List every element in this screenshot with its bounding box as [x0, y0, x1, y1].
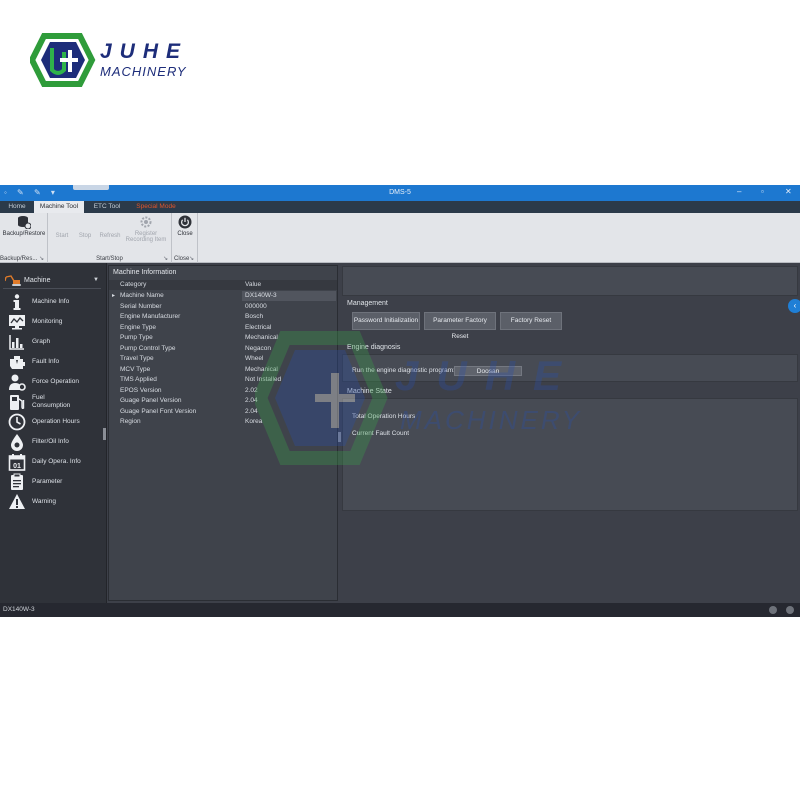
start-button[interactable]: Start: [52, 233, 72, 239]
nav-item-monitoring[interactable]: Monitoring: [0, 312, 104, 332]
nav-item-force-operation[interactable]: Force Operation: [0, 372, 104, 392]
bar-chart-icon: [9, 335, 24, 350]
nav-item-daily-opera-info[interactable]: 01 Daily Opera. Info: [0, 452, 104, 472]
brand-name: JUHE: [100, 40, 189, 63]
management-title: Management: [347, 300, 388, 307]
table-row[interactable]: Travel Type Wheel: [109, 354, 337, 365]
machine-dropdown-label: Machine: [24, 277, 51, 284]
close-button[interactable]: Close: [174, 215, 196, 237]
stop-button[interactable]: Stop: [74, 233, 96, 239]
ribbon-toolbar: Backup/Restore Backup/Res... ↘ Start Stop…: [0, 213, 800, 263]
watermark-subtitle: MACHINERY: [400, 405, 583, 435]
table-row[interactable]: Pump Type Mechanical: [109, 333, 337, 344]
group-label-startstop: Start/Stop ↘: [96, 255, 168, 262]
management-section: Management Password Initialization Param…: [342, 298, 798, 340]
backup-restore-button[interactable]: Backup/Restore: [2, 215, 46, 237]
calendar-day: 01: [13, 463, 21, 470]
top-empty-box: [342, 266, 798, 296]
warning-icon: [9, 494, 25, 509]
restore-icon[interactable]: ▫: [761, 187, 764, 196]
nav-item-graph[interactable]: Graph: [0, 332, 104, 352]
table-row[interactable]: Region Korea: [109, 417, 337, 428]
nav-item-parameter[interactable]: Parameter: [0, 472, 104, 492]
tab-machine-tool[interactable]: Machine Tool: [34, 201, 84, 213]
machine-dropdown[interactable]: Machine ▼: [3, 273, 101, 289]
oil-drop-icon: [11, 434, 23, 451]
gear-icon: [140, 216, 152, 228]
screenshot-root: JUHE MACHINERY ◦ ✎ ✎ ▾ DMS-5 – ▫ ✕ Home …: [0, 0, 800, 800]
group-label-backup: Backup/Res... ↘: [0, 255, 44, 262]
chevron-down-icon: ▼: [93, 277, 99, 283]
ribbon-group-startstop: Start Stop Refresh Register Recording It…: [48, 213, 172, 263]
minimize-icon[interactable]: –: [737, 187, 741, 196]
machine-info-header: Category Value: [109, 280, 337, 290]
status-indicator-icon: [786, 606, 794, 614]
calendar-icon: 01: [8, 454, 26, 471]
info-icon: [13, 294, 21, 310]
monitor-icon: [9, 315, 25, 330]
excavator-icon: [5, 275, 21, 286]
ribbon-group-backup: Backup/Restore Backup/Res... ↘: [0, 213, 48, 263]
engine-icon: [10, 356, 25, 369]
group-expand-icon[interactable]: ↘: [163, 255, 168, 262]
user-gear-icon: [9, 374, 26, 391]
status-model: DX140W-3: [3, 606, 35, 613]
table-row[interactable]: Guage Panel Font Version 2.04: [109, 407, 337, 418]
ribbon-group-close: Close Close ↘: [172, 213, 198, 263]
table-row[interactable]: Serial Number 000000: [109, 302, 337, 313]
machine-state-title: Machine State: [347, 388, 392, 395]
table-row[interactable]: Guage Panel Version 2.04: [109, 396, 337, 407]
table-row[interactable]: TMS Applied Not Installed: [109, 375, 337, 386]
ribbon-tabs: Home Machine Tool ETC Tool Special Mode: [0, 201, 800, 213]
database-icon: [18, 216, 31, 229]
fuel-pump-icon: [10, 395, 25, 410]
table-row[interactable]: EPOS Version 2.02: [109, 386, 337, 397]
group-expand-icon[interactable]: ↘: [189, 255, 194, 262]
password-initialization-button[interactable]: Password Initialization: [352, 312, 420, 330]
nav-item-operation-hours[interactable]: Operation Hours: [0, 412, 104, 432]
group-expand-icon[interactable]: ↘: [39, 255, 44, 262]
window-title: DMS-5: [389, 189, 411, 196]
app-window: ◦ ✎ ✎ ▾ DMS-5 – ▫ ✕ Home Machine Tool ET…: [0, 185, 800, 617]
status-bar: DX140W-3: [0, 603, 800, 617]
table-row[interactable]: Engine Type Electrical: [109, 323, 337, 334]
machine-info-title: Machine Information: [113, 269, 177, 276]
nav-item-machine-info[interactable]: Machine Info: [0, 292, 104, 312]
col-value-header: Value: [245, 281, 262, 288]
register-recording-button[interactable]: Register Recording Item: [122, 215, 170, 243]
tab-special-mode[interactable]: Special Mode: [130, 201, 182, 213]
table-row[interactable]: Pump Control Type Negacon: [109, 344, 337, 355]
title-bar: ◦ ✎ ✎ ▾ DMS-5 – ▫ ✕: [0, 185, 800, 201]
info-scrollbar[interactable]: [338, 432, 341, 442]
watermark-brand: JUHE: [395, 352, 580, 399]
group-label-close: Close ↘: [174, 255, 194, 262]
engine-diagnosis-title: Engine diagnosis: [347, 344, 401, 351]
tab-etc-tool[interactable]: ETC Tool: [86, 201, 128, 213]
brand-subtitle: MACHINERY: [100, 64, 187, 79]
clipboard-icon: [11, 473, 23, 490]
tab-home[interactable]: Home: [0, 201, 34, 213]
status-indicator-icon: [769, 606, 777, 614]
chevron-left-icon[interactable]: ‹: [788, 299, 800, 313]
backup-restore-label: Backup/Restore: [2, 231, 46, 237]
table-row[interactable]: Engine Manufacturer Bosch: [109, 312, 337, 323]
row-pointer-icon: ▸: [112, 293, 116, 299]
parameter-factory-reset-button[interactable]: Parameter Factory Reset: [424, 312, 496, 340]
nav-item-fuel-consumption[interactable]: Fuel Consumption: [0, 392, 104, 412]
left-nav: Machine ▼ Machine Info Monitoring Graph: [0, 263, 107, 603]
close-icon[interactable]: ✕: [785, 187, 792, 196]
nav-item-warning[interactable]: Warning: [0, 492, 104, 512]
nav-item-fault-info[interactable]: Fault Info: [0, 352, 104, 372]
refresh-button[interactable]: Refresh: [98, 233, 122, 239]
nav-item-filter-oil-info[interactable]: Filter/Oil Info: [0, 432, 104, 452]
power-icon: [178, 215, 192, 229]
table-row[interactable]: MCV Type Mechanical: [109, 365, 337, 376]
machine-info-panel: Machine Information Category Value ▸ Mac…: [108, 265, 338, 601]
factory-reset-button[interactable]: Factory Reset: [500, 312, 562, 330]
col-category-header: Category: [120, 281, 147, 288]
table-row[interactable]: ▸ Machine Name DX140W-3: [109, 291, 337, 302]
clock-icon: [8, 413, 26, 431]
nav-scrollbar[interactable]: [103, 428, 106, 440]
